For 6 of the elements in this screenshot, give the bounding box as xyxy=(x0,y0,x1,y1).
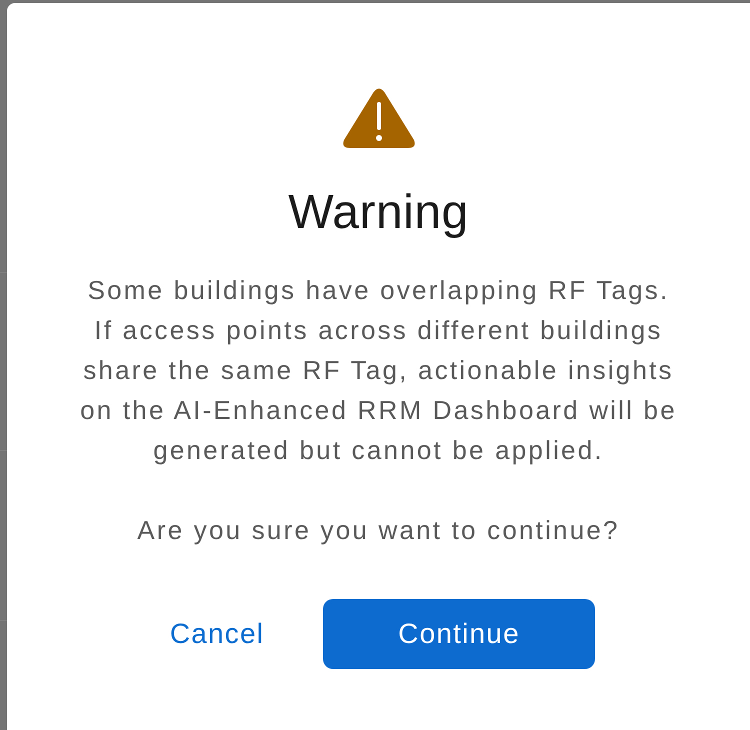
cancel-button[interactable]: Cancel xyxy=(150,599,284,669)
confirmation-question: Are you sure you want to continue? xyxy=(137,514,620,547)
continue-button[interactable]: Continue xyxy=(323,599,595,669)
dialog-title: Warning xyxy=(288,185,469,241)
warning-message: Some buildings have overlapping RF Tags. If access points across different buildings share the same RF Tag, actionable insights on the AI-Enhanced RRM Dashboard will be generated but cannot be applied. xyxy=(80,274,677,467)
warning-icon xyxy=(342,88,416,148)
